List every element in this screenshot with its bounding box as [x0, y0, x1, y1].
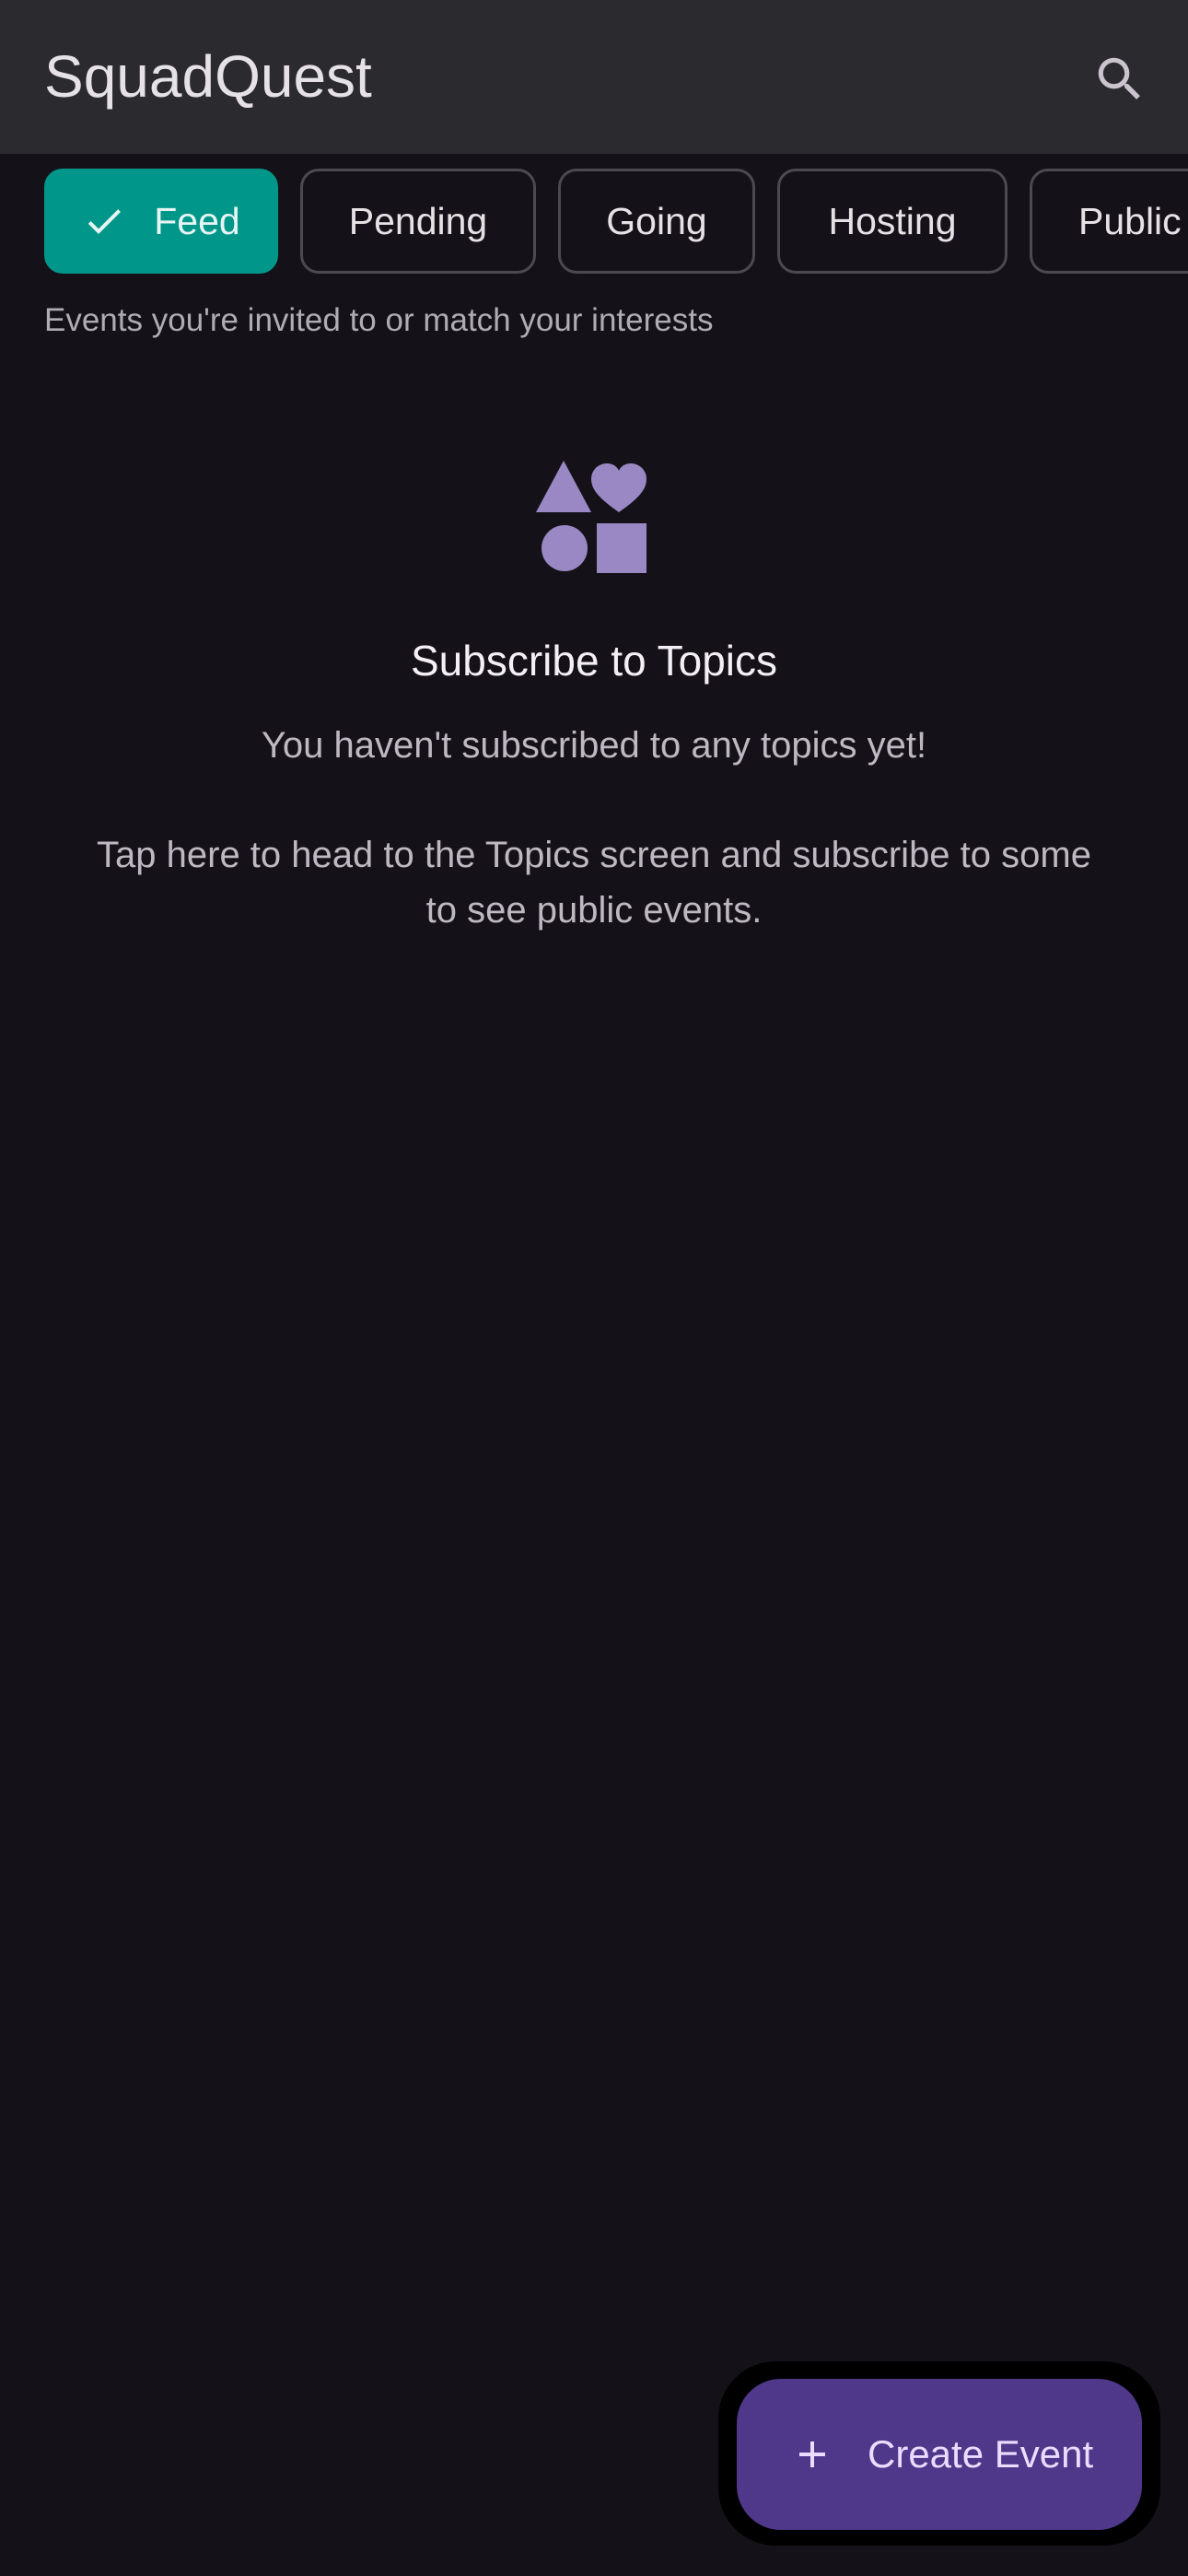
create-event-button[interactable]: Create Event: [737, 2379, 1142, 2530]
chip-label: Hosting: [828, 199, 957, 242]
chip-feed[interactable]: Feed: [44, 169, 278, 274]
chip-hosting[interactable]: Hosting: [777, 169, 1007, 274]
search-icon: [1098, 57, 1140, 100]
app-title: SquadQuest: [44, 43, 372, 110]
empty-state-message: You haven't subscribed to any topics yet…: [261, 725, 927, 766]
filter-description: Events you're invited to or match your i…: [44, 302, 714, 338]
plus-icon: [790, 2432, 834, 2476]
chip-label: Public: [1078, 199, 1182, 242]
empty-state-title: Subscribe to Topics: [410, 637, 778, 685]
app-bar: SquadQuest: [0, 0, 1188, 154]
create-event-label: Create Event: [868, 2432, 1094, 2476]
chip-public[interactable]: Public: [1030, 169, 1188, 274]
chip-label: Feed: [154, 199, 240, 242]
check-icon: [82, 199, 126, 243]
chip-label: Going: [606, 199, 707, 242]
chip-label: Pending: [348, 199, 488, 242]
chip-going[interactable]: Going: [558, 169, 755, 274]
chip-pending[interactable]: Pending: [300, 169, 536, 274]
filter-chips: Feed Pending Going Hosting Public: [0, 169, 1188, 274]
shapes-icon: [536, 461, 652, 577]
empty-state-instruction: Tap here to head to the Topics screen an…: [97, 835, 1091, 931]
search-button[interactable]: [1079, 39, 1160, 120]
